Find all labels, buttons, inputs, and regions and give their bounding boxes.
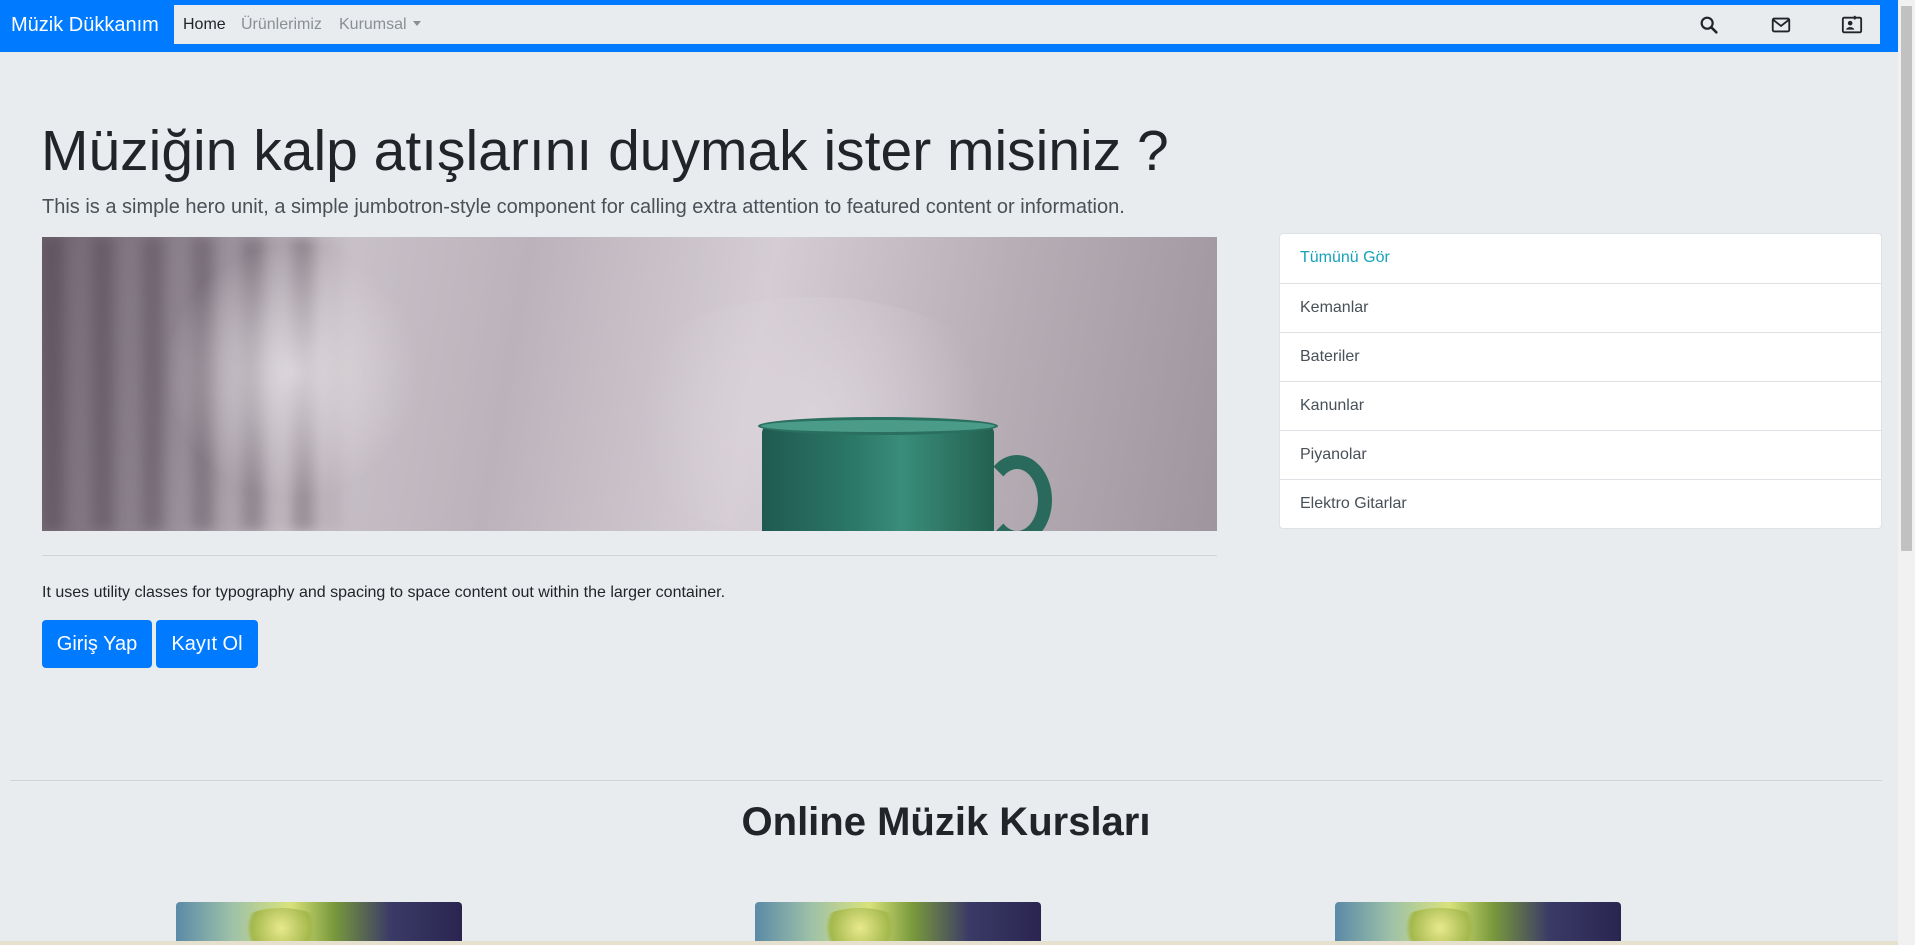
mug (762, 425, 994, 531)
nav-menu: Home Ürünlerimiz Kurumsal (174, 5, 1880, 44)
nav-dropdown-kurumsal[interactable]: Kurumsal (339, 16, 421, 34)
course-card-image[interactable] (755, 902, 1041, 945)
course-card-image[interactable] (176, 902, 462, 945)
brand-link[interactable]: Müzik Dükkanım (11, 14, 159, 36)
category-list: Tümünü Gör Kemanlar Bateriler Kanunlar P… (1279, 233, 1882, 529)
scrollbar[interactable] (1898, 0, 1915, 945)
section-divider (10, 780, 1882, 781)
contact-icon[interactable] (1841, 14, 1863, 36)
category-item-kanunlar[interactable]: Kanunlar (1280, 381, 1881, 430)
category-item-piyanolar[interactable]: Piyanolar (1280, 430, 1881, 479)
nav-link-home[interactable]: Home (183, 16, 226, 34)
nav-dropdown-label: Kurumsal (339, 16, 407, 33)
navbar: Müzik Dükkanım Home Ürünlerimiz Kurumsal (0, 0, 1898, 52)
register-button[interactable]: Kayıt Ol (156, 620, 258, 668)
hero-title: Müziğin kalp atışlarını duymak ister mis… (41, 119, 1169, 183)
mail-icon[interactable] (1770, 14, 1792, 36)
hero-image (42, 237, 1217, 531)
hero-lead: This is a simple hero unit, a simple jum… (42, 196, 1125, 218)
hero-divider (42, 555, 1217, 556)
category-item-elektro-gitarlar[interactable]: Elektro Gitarlar (1280, 479, 1881, 528)
category-item-tumunu-gor[interactable]: Tümünü Gör (1280, 234, 1881, 283)
login-button[interactable]: Giriş Yap (42, 620, 152, 668)
search-icon[interactable] (1698, 14, 1720, 36)
courses-title: Online Müzik Kursları (741, 800, 1151, 844)
scrollbar-thumb[interactable] (1901, 6, 1912, 551)
course-card-image[interactable] (1335, 902, 1621, 945)
category-item-bateriler[interactable]: Bateriler (1280, 332, 1881, 381)
nav-link-urunlerimiz[interactable]: Ürünlerimiz (241, 16, 322, 34)
category-item-kemanlar[interactable]: Kemanlar (1280, 283, 1881, 332)
hero-body-text: It uses utility classes for typography a… (42, 584, 726, 601)
caret-down-icon (412, 21, 421, 26)
